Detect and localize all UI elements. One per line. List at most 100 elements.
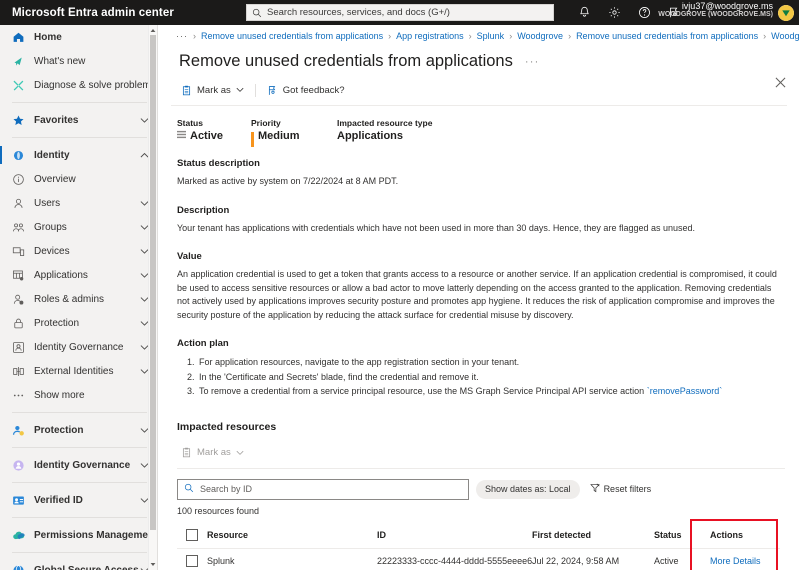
- priority-value-wrap: Medium: [251, 130, 337, 142]
- sidebar-item-users[interactable]: Users: [0, 191, 157, 215]
- recommendation-meta: Status Active Priority Medium Impacted r…: [177, 118, 785, 147]
- breadcrumb-item[interactable]: Remove unused credentials from applicati…: [201, 31, 383, 41]
- reset-filters-button[interactable]: Reset filters: [589, 483, 652, 495]
- sidebar-item-roles-admins[interactable]: Roles & admins: [0, 287, 157, 311]
- breadcrumb-item[interactable]: App registrations: [396, 31, 464, 41]
- column-header-actions[interactable]: Actions: [702, 530, 780, 540]
- cell-status: Active: [654, 556, 679, 567]
- breadcrumb-separator: ›: [468, 30, 472, 41]
- impacted-resources-heading: Impacted resources: [177, 420, 277, 433]
- breadcrumb-item[interactable]: Woodgrove: [517, 31, 563, 41]
- sidebar-item-identity[interactable]: Identity: [0, 143, 157, 167]
- sidebar-item-identity-governance[interactable]: Identity Governance: [0, 453, 157, 477]
- impacted-resources-table: Resource ID First detected Status Action…: [177, 518, 780, 570]
- sidebar-item-show-more[interactable]: Show more: [0, 383, 157, 407]
- gear-icon[interactable]: [608, 6, 621, 19]
- breadcrumb-overflow-icon[interactable]: ···: [176, 31, 188, 41]
- sidebar-item-protection[interactable]: Protection: [0, 311, 157, 335]
- search-input[interactable]: Search by ID: [177, 478, 469, 500]
- sidebar-item-groups[interactable]: Groups: [0, 215, 157, 239]
- impacted-mark-as-button[interactable]: Mark as: [177, 445, 248, 460]
- got-feedback-button[interactable]: Got feedback?: [263, 83, 349, 98]
- sidebar-item-protection[interactable]: Protection: [0, 418, 157, 442]
- breadcrumb-separator: ›: [388, 30, 392, 41]
- megaphone-icon: [10, 55, 26, 68]
- sidebar-item-diagnose-solve-problems[interactable]: Diagnose & solve problems: [0, 73, 157, 97]
- impacted-command-rule: [177, 467, 785, 469]
- action-plan-step: In the 'Certificate and Secrets' blade, …: [197, 370, 785, 385]
- close-icon[interactable]: [771, 73, 789, 91]
- action-plan-list: For application resources, navigate to t…: [177, 355, 785, 399]
- cell-first-detected: Jul 22, 2024, 9:58 AM: [532, 556, 620, 567]
- sidebar-item-applications[interactable]: Applications: [0, 263, 157, 287]
- table-body: Splunk 22223333-cccc-4444-dddd-5555eeee66…: [177, 549, 780, 570]
- sidebar-item-overview[interactable]: Overview: [0, 167, 157, 191]
- breadcrumb-separator: ›: [509, 30, 513, 41]
- product-brand[interactable]: Microsoft Entra admin center: [0, 7, 174, 19]
- status-badge: Active: [177, 130, 251, 142]
- action-plan-step-text: For application resources, navigate to t…: [199, 357, 520, 367]
- sidebar-item-home[interactable]: Home: [0, 25, 157, 49]
- sidebar-item-what-s-new[interactable]: What's new: [0, 49, 157, 73]
- breadcrumb-item[interactable]: Splunk: [477, 31, 505, 41]
- column-header-id[interactable]: ID: [377, 530, 532, 540]
- impacted-resource-type-value: Applications: [337, 130, 404, 142]
- mark-as-button[interactable]: Mark as: [177, 83, 248, 98]
- priority-color-bar: [251, 132, 254, 147]
- breadcrumb-item[interactable]: Remove unused credentials from applicati…: [576, 31, 758, 41]
- sidebar-item-devices[interactable]: Devices: [0, 239, 157, 263]
- sidebar-item-verified-id[interactable]: Verified ID: [0, 488, 157, 512]
- globe-icon: [10, 564, 26, 570]
- sidebar-scrollbar-thumb[interactable]: [150, 35, 156, 530]
- sidebar-item-identity-governance[interactable]: Identity Governance: [0, 335, 157, 359]
- chevron-down-icon: [236, 87, 244, 93]
- sidebar-item-global-secure-access[interactable]: Global Secure Access: [0, 558, 157, 570]
- table-row[interactable]: Splunk 22223333-cccc-4444-dddd-5555eeee66…: [177, 549, 780, 570]
- account-info[interactable]: ivju37@woodgrove.ms WOODGROVE (WOODGROVE…: [658, 1, 773, 19]
- reset-filters-label: Reset filters: [603, 484, 652, 495]
- filter-icon: [589, 483, 600, 495]
- avatar[interactable]: [778, 5, 794, 21]
- info-icon: [10, 173, 26, 186]
- breadcrumb-separator: ›: [193, 30, 196, 41]
- sidebar-item-permissions-management[interactable]: Permissions Management: [0, 523, 157, 547]
- blade-title-row: Remove unused credentials from applicati…: [159, 46, 799, 74]
- sidebar-item-favorites[interactable]: Favorites: [0, 108, 157, 132]
- sidebar-item-label: External Identities: [34, 365, 114, 377]
- sidebar-item-label: What's new: [34, 55, 86, 67]
- help-icon[interactable]: [638, 6, 651, 19]
- breadcrumb-item[interactable]: Woodgrove: [771, 31, 799, 41]
- remove-password-code-link[interactable]: `removePassword`: [647, 386, 723, 396]
- column-header-status[interactable]: Status: [654, 530, 702, 540]
- more-details-link[interactable]: More Details: [702, 556, 780, 566]
- sidebar-item-label: Protection: [34, 317, 80, 329]
- sidebar-item-label: Identity: [34, 149, 70, 161]
- cell-id: 22223333-cccc-4444-dddd-5555eeee6666: [377, 556, 532, 567]
- global-search-input[interactable]: Search resources, services, and docs (G+…: [246, 4, 554, 21]
- action-plan-heading: Action plan: [177, 338, 229, 349]
- bell-icon[interactable]: [578, 6, 591, 19]
- external-identities-icon: [10, 365, 26, 378]
- left-navigation[interactable]: Home What's new Diagnose & solve problems F…: [0, 25, 158, 570]
- account-tenant: WOODGROVE (WOODGROVE.MS): [658, 11, 773, 19]
- applications-icon: [10, 269, 26, 282]
- row-checkbox[interactable]: [186, 555, 198, 568]
- table-header-row: Resource ID First detected Status Action…: [177, 523, 780, 549]
- select-all-checkbox[interactable]: [186, 529, 198, 542]
- column-header-resource[interactable]: Resource: [207, 530, 377, 540]
- got-feedback-label: Got feedback?: [282, 84, 345, 96]
- show-dates-toggle[interactable]: Show dates as: Local: [476, 479, 580, 499]
- account-email: ivju37@woodgrove.ms: [681, 1, 773, 11]
- column-header-first-detected[interactable]: First detected: [532, 530, 654, 540]
- home-icon: [10, 31, 26, 44]
- lock-icon: [10, 317, 26, 330]
- sidebar-item-label: Identity Governance: [34, 459, 131, 471]
- title-more-menu-icon[interactable]: ···: [525, 56, 540, 68]
- scroll-down-arrow-icon[interactable]: [149, 560, 156, 569]
- sidebar-scrollbar[interactable]: [148, 25, 157, 570]
- sidebar-item-label: Protection: [34, 424, 84, 436]
- sidebar-item-external-identities[interactable]: External Identities: [0, 359, 157, 383]
- sidebar-item-label: Roles & admins: [34, 293, 105, 305]
- sidebar-scroll-region: Home What's new Diagnose & solve problems F…: [0, 25, 157, 570]
- scroll-up-arrow-icon[interactable]: [149, 26, 156, 35]
